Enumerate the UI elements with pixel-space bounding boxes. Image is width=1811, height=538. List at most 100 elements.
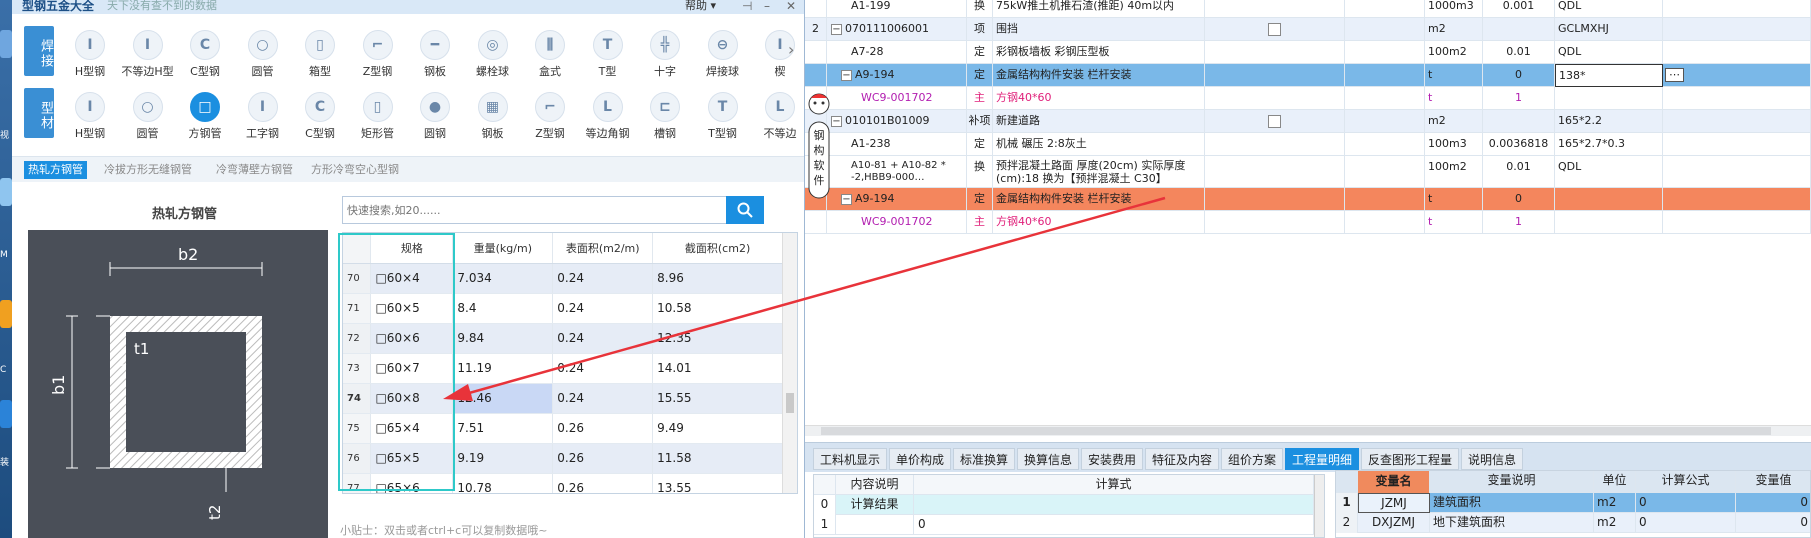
project-row[interactable]: 2−070111006001 项围挡 m2 GCLMXHJ xyxy=(805,18,1811,41)
search-button[interactable] xyxy=(726,196,764,224)
col-area[interactable]: 截面积(cm2) xyxy=(652,233,783,264)
var-formula-cell[interactable]: 0 xyxy=(1636,493,1736,513)
cell-a[interactable]: 11.58 xyxy=(652,443,783,474)
col-name[interactable]: 金属结构构件安装 栏杆安装 xyxy=(993,188,1205,211)
project-row[interactable]: A10-81 + A10-82 * -2,HBB9-000… 换预拌混凝土路面 厚… xyxy=(805,156,1811,188)
col-name[interactable]: 金属结构构件安装 栏杆安装 xyxy=(993,64,1205,87)
cell-w[interactable]: 11.19 xyxy=(452,353,554,384)
cell-s[interactable]: 0.24 xyxy=(552,263,654,294)
project-row[interactable]: − A9-194 定金属结构构件安装 栏杆安装 t 0 xyxy=(805,188,1811,211)
col-unit[interactable]: t xyxy=(1425,87,1483,110)
shape-row2-5[interactable]: ▯ 矩形管 xyxy=(350,92,406,141)
tab-3[interactable]: 换算信息 xyxy=(1017,448,1080,470)
col-idx[interactable] xyxy=(805,0,827,18)
col-unit[interactable]: t xyxy=(1425,211,1483,234)
col-chk[interactable] xyxy=(1205,188,1345,211)
col-unit[interactable]: m2 xyxy=(1425,110,1483,133)
shape-row1-10[interactable]: ╬ 十字 xyxy=(637,30,693,79)
cell-w[interactable]: 9.84 xyxy=(452,323,554,354)
shape-row2-7[interactable]: ▦ 钢板 xyxy=(465,92,521,141)
col-formula[interactable]: 165*2.7*0.3 xyxy=(1555,133,1663,156)
col-name[interactable]: 方钢40*60 xyxy=(993,211,1205,234)
col-code[interactable]: A7-28 xyxy=(827,41,967,64)
close-icon[interactable]: ✕ xyxy=(786,0,796,12)
shape-row1-2[interactable]: C C型钢 xyxy=(177,30,233,79)
col-type[interactable]: 主 xyxy=(967,87,993,110)
more-icon[interactable]: ⋯ xyxy=(1665,68,1684,82)
scroll-thumb[interactable] xyxy=(821,427,1771,435)
shape-row2-11[interactable]: T T型钢 xyxy=(695,92,751,141)
col-name[interactable]: 75kW推土机推石渣(推距) 40m以内 xyxy=(993,0,1205,18)
col-code[interactable]: − A9-194 xyxy=(827,64,967,87)
col-f2[interactable] xyxy=(1663,156,1811,188)
col-name[interactable]: 方钢40*60 xyxy=(993,87,1205,110)
shape-row2-12[interactable]: L 不等边 xyxy=(752,92,804,141)
col-code[interactable]: WC9-001702 xyxy=(827,211,967,234)
col-idx[interactable] xyxy=(805,211,827,234)
cell-w[interactable]: 12.46 xyxy=(452,383,554,414)
col-qty[interactable] xyxy=(1483,18,1555,41)
col-chk[interactable] xyxy=(1205,133,1345,156)
shape-row2-10[interactable]: ⊏ 槽钢 xyxy=(637,92,693,141)
col-formula[interactable]: 138* xyxy=(1555,64,1663,87)
tab-9[interactable]: 说明信息 xyxy=(1461,448,1524,470)
cell-w[interactable]: 9.19 xyxy=(452,443,554,474)
checkbox[interactable] xyxy=(1268,22,1281,36)
col-weight[interactable]: 重量(kg/m) xyxy=(452,233,554,264)
shape-row1-8[interactable]: ⫼ 盒式 xyxy=(522,30,578,79)
col-name[interactable]: 机械 碾压 2:8灰土 xyxy=(993,133,1205,156)
cell-a[interactable]: 8.96 xyxy=(652,263,783,294)
subtab-cold-bent-hollow[interactable]: 方形冷弯空心型钢 xyxy=(307,161,403,179)
shape-row1-9[interactable]: T T型 xyxy=(580,30,636,79)
shape-row2-9[interactable]: L 等边角钢 xyxy=(580,92,636,141)
search-input[interactable] xyxy=(343,197,723,223)
var-name-cell[interactable]: JZMJ xyxy=(1358,493,1430,513)
col-name[interactable]: 新建道路 xyxy=(993,110,1205,133)
shape-row2-8[interactable]: ⌐ Z型钢 xyxy=(522,92,578,141)
desktop-app-icon[interactable] xyxy=(0,400,12,428)
cell-w[interactable]: 8.4 xyxy=(452,293,554,324)
cell-a[interactable]: 12.35 xyxy=(652,323,783,354)
shape-row1-0[interactable]: I H型钢 xyxy=(62,30,118,79)
desktop-app-icon[interactable] xyxy=(0,30,12,58)
col-blank[interactable] xyxy=(1345,64,1425,87)
col-chk[interactable] xyxy=(1205,64,1345,87)
col-type[interactable]: 项 xyxy=(967,18,993,41)
col-idx[interactable] xyxy=(805,41,827,64)
col-code[interactable]: −010101B01009 xyxy=(827,110,967,133)
cell-s[interactable]: 0.26 xyxy=(552,473,654,493)
col-blank[interactable] xyxy=(1345,0,1425,18)
var-formula-cell[interactable]: 0 xyxy=(1636,513,1736,533)
col-qty[interactable]: 1 xyxy=(1483,87,1555,110)
col-f2[interactable] xyxy=(1663,188,1811,211)
col-f2[interactable] xyxy=(1663,41,1811,64)
col-f2[interactable]: ⋯ xyxy=(1663,64,1811,87)
col-var-name[interactable]: 变量名 xyxy=(1358,471,1430,493)
minimize-icon[interactable]: – xyxy=(764,0,770,12)
col-idx[interactable]: 2 xyxy=(805,18,827,41)
col-chk[interactable] xyxy=(1205,41,1345,64)
col-type[interactable]: 换 xyxy=(967,156,993,188)
col-type[interactable]: 定 xyxy=(967,133,993,156)
shape-row1-11[interactable]: ⊖ 焊接球 xyxy=(695,30,751,79)
shape-row2-3[interactable]: I 工字钢 xyxy=(235,92,291,141)
subtab-cold-bent-thin[interactable]: 冷弯薄壁方钢管 xyxy=(212,161,297,179)
col-type[interactable]: 换 xyxy=(967,0,993,18)
col-blank[interactable] xyxy=(1345,156,1425,188)
col-qty[interactable]: 0.0036818 xyxy=(1483,133,1555,156)
variable-row[interactable]: 2 DXJZMJ 地下建筑面积 m2 0 0 xyxy=(1336,513,1810,533)
project-row[interactable]: − A9-194 定金属结构构件安装 栏杆安装 t 0 138* ⋯ xyxy=(805,64,1811,87)
cell-s[interactable]: 0.24 xyxy=(552,383,654,414)
col-code[interactable]: A10-81 + A10-82 * -2,HBB9-000… xyxy=(827,156,967,188)
shape-row2-4[interactable]: C C型钢 xyxy=(292,92,348,141)
tab-1[interactable]: 单价构成 xyxy=(889,448,952,470)
horizontal-scrollbar[interactable] xyxy=(805,425,1811,436)
col-qty[interactable]: 0.001 xyxy=(1483,0,1555,18)
col-formula[interactable] xyxy=(1555,211,1663,234)
col-unit[interactable]: 100m2 xyxy=(1425,41,1483,64)
col-formula[interactable]: QDL xyxy=(1555,41,1663,64)
desktop-app-icon[interactable] xyxy=(0,300,12,328)
col-f2[interactable] xyxy=(1663,87,1811,110)
calc-expr[interactable] xyxy=(914,495,1314,515)
col-formula[interactable] xyxy=(1555,188,1663,211)
